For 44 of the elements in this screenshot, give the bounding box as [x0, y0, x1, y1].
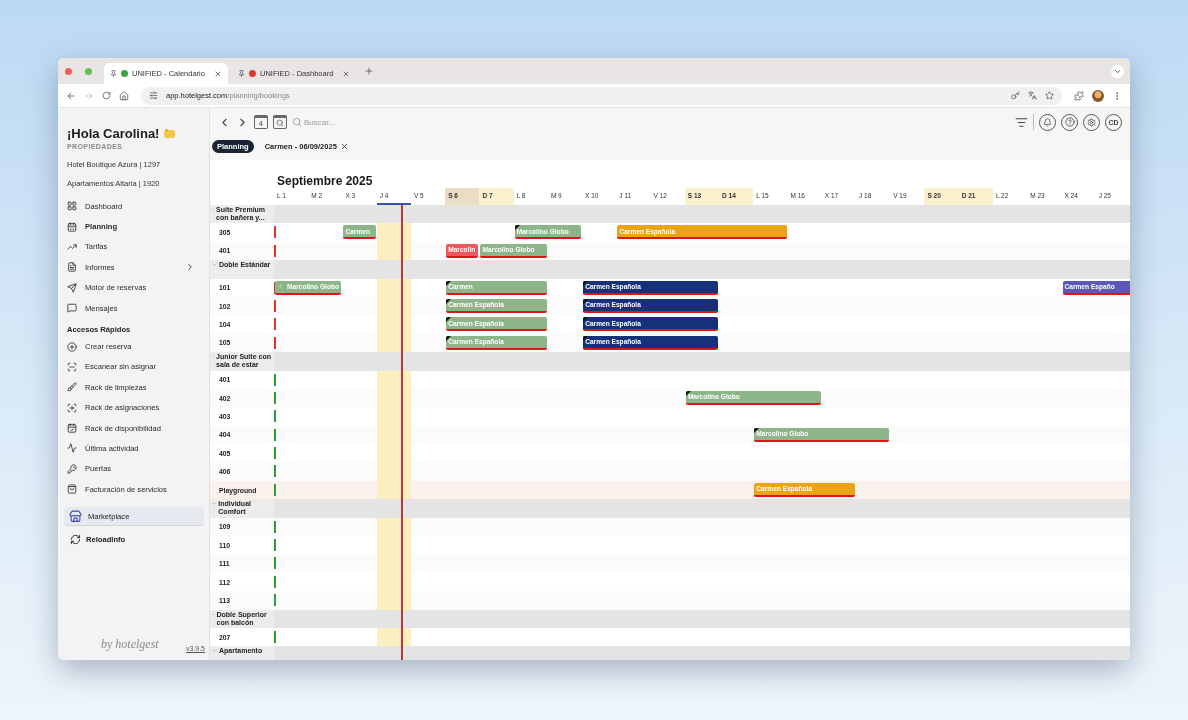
pin-icon	[238, 70, 245, 77]
filter-icon[interactable]	[1015, 115, 1028, 129]
profile-avatar[interactable]	[1092, 89, 1104, 102]
greeting-title: ¡Hola Carolina!	[67, 126, 160, 141]
scan-icon	[67, 361, 77, 372]
star-icon[interactable]	[1045, 91, 1054, 100]
bell-icon	[1043, 117, 1052, 127]
site-settings-icon[interactable]	[149, 91, 158, 100]
refresh-icon	[70, 534, 81, 546]
close-icon[interactable]	[342, 69, 350, 78]
close-window-button[interactable]	[65, 67, 72, 75]
report-icon	[67, 262, 77, 273]
search-field[interactable]: Buscar...	[304, 117, 384, 127]
home-icon[interactable]	[119, 90, 129, 101]
key-icon[interactable]	[1011, 91, 1020, 100]
send-icon	[67, 282, 77, 293]
focus-icon	[67, 402, 77, 413]
tab-list-button[interactable]	[1111, 64, 1124, 78]
back-icon[interactable]	[66, 90, 76, 101]
grid-icon	[67, 201, 77, 212]
bag-icon	[67, 484, 77, 495]
plus-circle-icon	[67, 341, 77, 352]
activity-icon	[67, 443, 77, 454]
translate-icon[interactable]	[1028, 91, 1037, 100]
close-icon[interactable]	[339, 141, 349, 151]
search-icon	[276, 119, 284, 127]
date-search-button[interactable]	[273, 115, 287, 129]
trend-line-icon	[67, 241, 77, 252]
pin-icon	[110, 70, 117, 77]
calendar-icon	[67, 221, 77, 232]
month-title: Septiembre 2025	[276, 173, 374, 188]
extensions-icon[interactable]	[1074, 90, 1084, 101]
reload-icon[interactable]	[102, 91, 111, 100]
brush-icon	[67, 382, 77, 393]
brand-logo: by hotelgest	[101, 637, 159, 652]
close-icon[interactable]	[214, 69, 222, 78]
new-tab-icon[interactable]	[364, 66, 374, 76]
settings-icon	[1087, 117, 1096, 127]
chat-icon	[67, 303, 77, 314]
search-icon[interactable]	[292, 117, 302, 127]
store-icon	[69, 509, 82, 523]
calendar-check-icon	[67, 423, 77, 434]
key-icon	[67, 463, 77, 474]
help-icon	[1064, 117, 1075, 127]
